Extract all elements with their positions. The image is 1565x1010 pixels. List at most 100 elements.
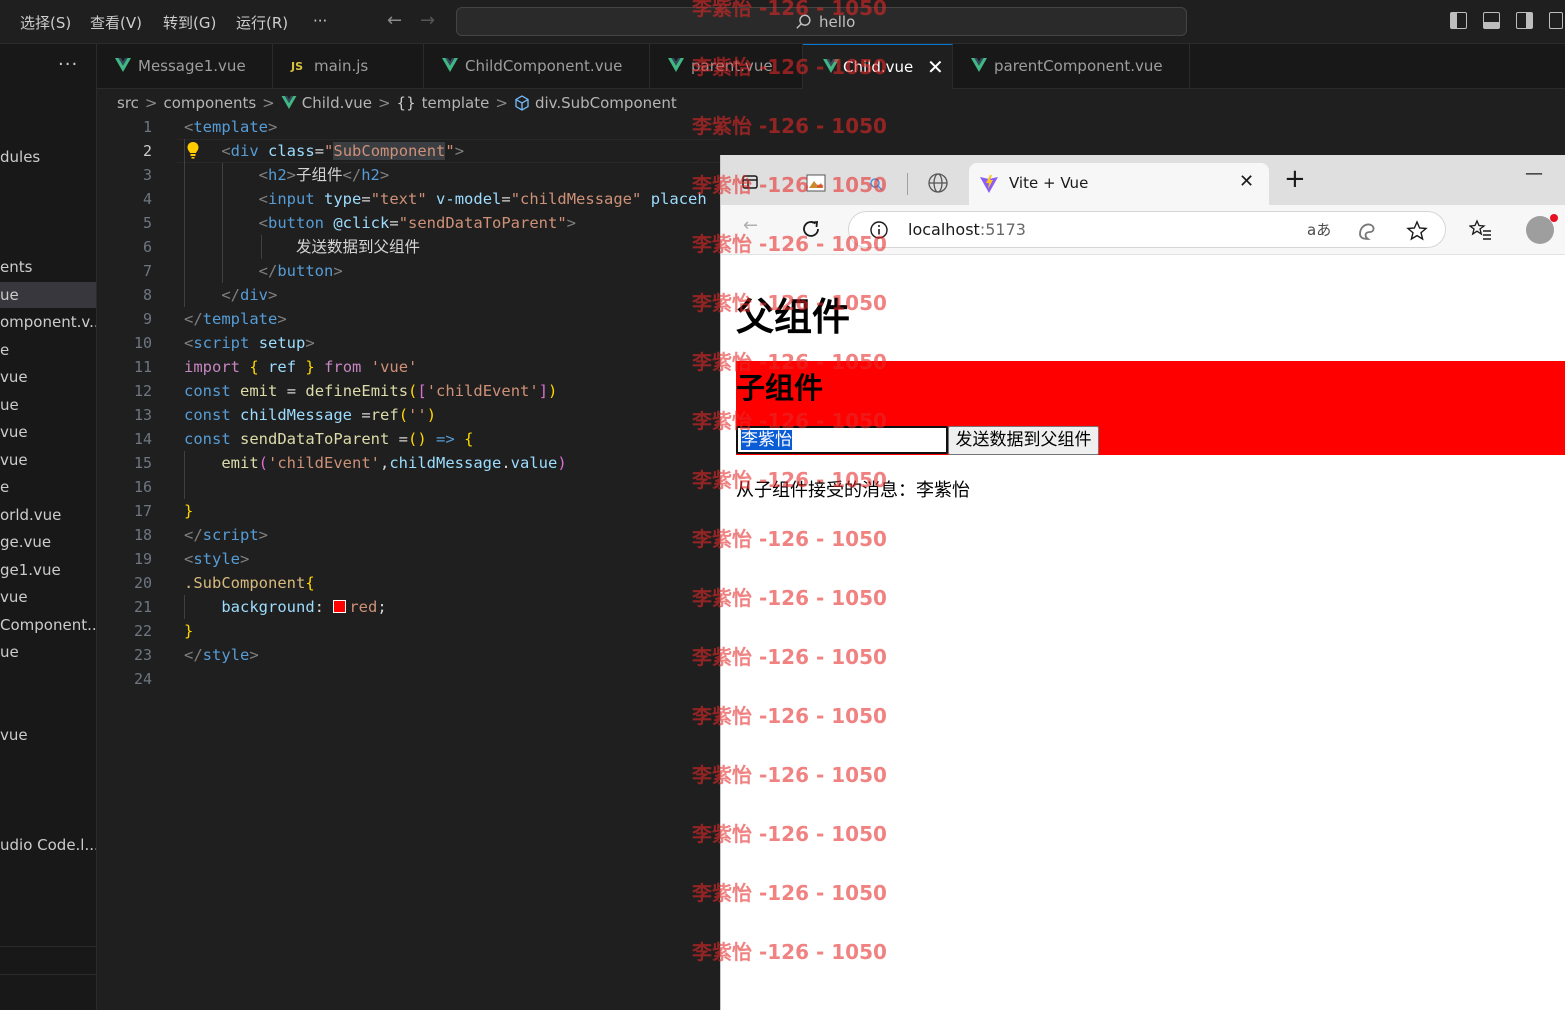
code-line: 发送数据到父组件 bbox=[295, 238, 420, 256]
tab-label: main.js bbox=[314, 57, 369, 75]
menu-select[interactable]: 选择(S) bbox=[20, 12, 71, 33]
line-number: 23 bbox=[133, 646, 152, 664]
minimize-button[interactable]: — bbox=[1525, 163, 1543, 184]
child-message-input[interactable]: 李紫怡 bbox=[736, 426, 948, 454]
tab-parent-component[interactable]: parentComponent.vue bbox=[953, 44, 1190, 89]
explorer-more-button[interactable]: ··· bbox=[58, 54, 78, 75]
code-line: .SubComponent{ bbox=[184, 574, 315, 592]
explorer-item[interactable]: vue bbox=[0, 722, 96, 748]
back-arrow-icon[interactable]: ← bbox=[743, 215, 758, 236]
code-line: <script setup> bbox=[184, 334, 315, 352]
explorer-item[interactable]: vue bbox=[0, 447, 96, 473]
customize-layout-icon[interactable] bbox=[1549, 12, 1563, 29]
favorite-star-icon[interactable] bbox=[1406, 220, 1428, 242]
close-icon[interactable]: ✕ bbox=[1239, 171, 1254, 192]
explorer-item[interactable]: udio Code.l... bbox=[0, 832, 96, 858]
pinned-search-tab-icon[interactable] bbox=[869, 177, 883, 191]
explorer-item[interactable]: Component.... bbox=[0, 612, 96, 638]
line-number: 12 bbox=[133, 382, 152, 400]
toggle-secondary-sidebar-icon[interactable] bbox=[1516, 12, 1533, 29]
menu-run[interactable]: 运行(R) bbox=[236, 12, 288, 33]
tab-child-component[interactable]: ChildComponent.vue bbox=[424, 44, 650, 89]
tab-label: ChildComponent.vue bbox=[465, 57, 623, 75]
line-number: 15 bbox=[133, 454, 152, 472]
back-arrow-icon[interactable]: ← bbox=[387, 10, 402, 31]
address-bar[interactable]: localhost:5173 aあ bbox=[848, 211, 1446, 248]
explorer-item[interactable]: omponent.v... bbox=[0, 309, 96, 335]
tab-parent[interactable]: parent.vue bbox=[650, 44, 803, 89]
code-line: background: red; bbox=[221, 598, 387, 616]
info-icon[interactable] bbox=[869, 220, 889, 240]
edge-copilot-icon[interactable] bbox=[1356, 220, 1378, 242]
notification-dot bbox=[1550, 214, 1558, 222]
explorer-item[interactable]: e bbox=[0, 337, 96, 363]
explorer-item[interactable]: ents bbox=[0, 254, 96, 280]
menu-view[interactable]: 查看(V) bbox=[90, 12, 142, 33]
code-line: const emit = defineEmits(['childEvent']) bbox=[184, 382, 558, 400]
color-swatch-red[interactable] bbox=[333, 600, 347, 613]
favorites-list-icon[interactable] bbox=[1469, 218, 1493, 242]
explorer-item[interactable]: e bbox=[0, 474, 96, 500]
toggle-panel-icon[interactable] bbox=[1483, 12, 1500, 29]
tab-actions-icon[interactable] bbox=[741, 173, 759, 191]
explorer-item[interactable]: ue bbox=[0, 639, 96, 665]
tab-message1[interactable]: Message1.vue bbox=[97, 44, 273, 89]
address-text[interactable]: localhost:5173 bbox=[908, 220, 1026, 239]
tab-label: Message1.vue bbox=[138, 57, 246, 75]
breadcrumb-item[interactable]: Child.vue bbox=[302, 91, 372, 115]
line-number: 10 bbox=[133, 334, 152, 352]
breadcrumb: src > components > Child.vue > {} template > div.… bbox=[117, 91, 677, 115]
send-to-parent-button[interactable]: 发送数据到父组件 bbox=[948, 426, 1099, 455]
explorer-item[interactable]: ge.vue bbox=[0, 529, 96, 555]
line-number: 14 bbox=[133, 430, 152, 448]
pinned-tab-icon[interactable] bbox=[806, 173, 826, 193]
parent-heading: 父组件 bbox=[736, 295, 851, 339]
line-number: 21 bbox=[133, 598, 152, 616]
explorer-item[interactable]: vue bbox=[0, 364, 96, 390]
address-port: :5173 bbox=[979, 220, 1026, 239]
tab-label: parentComponent.vue bbox=[994, 57, 1163, 75]
explorer-item[interactable]: orld.vue bbox=[0, 502, 96, 528]
breadcrumb-item[interactable]: src bbox=[117, 91, 139, 115]
code-line: <button @click="sendDataToParent"> bbox=[258, 214, 577, 232]
vue-icon bbox=[823, 59, 839, 73]
tab-main-js[interactable]: JS main.js bbox=[273, 44, 424, 89]
line-number: 11 bbox=[133, 358, 152, 376]
globe-icon[interactable] bbox=[927, 172, 949, 194]
menu-goto[interactable]: 转到(G) bbox=[163, 12, 216, 33]
tab-label: Child.vue bbox=[843, 58, 914, 76]
breadcrumb-item[interactable]: components bbox=[163, 91, 256, 115]
toggle-primary-sidebar-icon[interactable] bbox=[1450, 12, 1467, 29]
breadcrumb-item[interactable]: div.SubComponent bbox=[535, 91, 677, 115]
forward-arrow-icon[interactable]: → bbox=[420, 10, 435, 31]
child-heading: 子组件 bbox=[736, 371, 824, 405]
explorer-item[interactable]: ue bbox=[0, 392, 96, 418]
refresh-icon[interactable] bbox=[800, 218, 822, 240]
search-icon bbox=[796, 14, 811, 29]
browser-tab-strip: Vite + Vue ✕ + — bbox=[721, 155, 1565, 205]
browser-tab-active[interactable]: Vite + Vue ✕ bbox=[969, 163, 1269, 205]
code-line: const sendDataToParent =() => { bbox=[184, 430, 474, 448]
read-aloud-translate-icon[interactable]: aあ bbox=[1307, 219, 1331, 240]
command-center-search[interactable]: hello bbox=[456, 7, 1187, 36]
explorer-item[interactable]: vue bbox=[0, 584, 96, 610]
vue-icon bbox=[668, 58, 684, 72]
code-editor[interactable]: 1 2 3 4 5 6 7 8 9 10 11 12 13 14 15 16 1… bbox=[97, 115, 720, 1010]
tab-child-active[interactable]: Child.vue ✕ bbox=[803, 44, 953, 89]
explorer-item[interactable]: dules bbox=[0, 144, 96, 170]
close-icon[interactable]: ✕ bbox=[927, 45, 944, 90]
explorer-item-active[interactable]: ue bbox=[0, 282, 96, 308]
breadcrumb-item[interactable]: template bbox=[422, 91, 490, 115]
menu-more-button[interactable]: ··· bbox=[313, 12, 327, 30]
line-number: 19 bbox=[133, 550, 152, 568]
line-number: 2 bbox=[142, 142, 152, 160]
sidebar-divider bbox=[0, 946, 96, 947]
explorer-item[interactable]: ge1.vue bbox=[0, 557, 96, 583]
js-icon: JS bbox=[291, 60, 304, 73]
new-tab-button[interactable]: + bbox=[1284, 166, 1306, 192]
tab-label: parent.vue bbox=[691, 57, 773, 75]
browser-tab-title: Vite + Vue bbox=[1009, 174, 1089, 192]
line-number: 7 bbox=[142, 262, 152, 280]
vue-icon bbox=[442, 58, 458, 72]
explorer-item[interactable]: vue bbox=[0, 419, 96, 445]
